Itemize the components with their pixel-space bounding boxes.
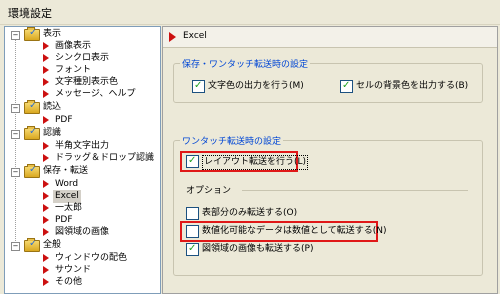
panel-header: Excel xyxy=(163,27,497,48)
arrow-icon xyxy=(169,32,176,42)
checkbox-box[interactable] xyxy=(192,79,205,93)
arrow-icon xyxy=(43,204,49,212)
settings-folder-icon: ✓ xyxy=(24,100,40,114)
settings-panel: Excel 保存・ワンタッチ転送時の設定 文字色の出力を行う(M) セルの背景色… xyxy=(162,26,498,294)
arrow-icon xyxy=(43,54,49,62)
collapse-icon[interactable]: − xyxy=(11,242,20,251)
tree-item-label: PDF xyxy=(55,115,73,125)
panel-title: Excel xyxy=(183,31,207,41)
checkbox-label: レイアウト転送を行う(L) xyxy=(202,155,309,170)
tree-item-label: その他 xyxy=(55,277,83,287)
settings-folder-icon: ✓ xyxy=(24,238,40,252)
tree-group-label: 全般 xyxy=(43,240,62,250)
group-title: ワンタッチ転送時の設定 xyxy=(180,134,284,147)
onetouch-settings-group: ワンタッチ転送時の設定 レイアウト転送を行う(L) オプション 表部分のみ転送す… xyxy=(173,134,483,276)
layout-transfer-checkbox[interactable]: レイアウト転送を行う(L) xyxy=(186,154,309,170)
save-settings-group: 保存・ワンタッチ転送時の設定 文字色の出力を行う(M) セルの背景色を出力する(… xyxy=(173,57,483,103)
title-bar: 環境設定 xyxy=(0,0,500,25)
settings-window: 環境設定 − ✓ 表示 画像表示 シンクロ表示 フォント 文字種別表示色 メッセ… xyxy=(0,0,500,294)
collapse-icon[interactable]: − xyxy=(11,130,20,139)
text-color-checkbox[interactable]: 文字色の出力を行う(M) xyxy=(192,79,332,93)
checkbox-box[interactable] xyxy=(186,225,199,238)
checkbox-label: セルの背景色を出力する(B) xyxy=(356,81,469,91)
checkbox-box[interactable] xyxy=(186,154,199,168)
tree-group-label: 読込 xyxy=(43,102,62,112)
table-only-checkbox[interactable]: 表部分のみ転送する(O) xyxy=(186,207,336,220)
arrow-icon xyxy=(43,216,49,224)
checkbox-label: 数値化可能なデータは数値として転送する(N) xyxy=(202,226,387,236)
checkbox-box[interactable] xyxy=(186,207,199,220)
window-title: 環境設定 xyxy=(8,7,52,20)
tree-item-label: 図領域の画像 xyxy=(55,227,110,237)
cell-bg-color-checkbox[interactable]: セルの背景色を出力する(B) xyxy=(340,79,480,93)
arrow-icon xyxy=(43,278,49,286)
options-separator xyxy=(242,190,468,191)
tree-item-label: ドラッグ＆ドロップ認識 xyxy=(55,153,155,163)
arrow-icon xyxy=(43,180,49,188)
arrow-icon xyxy=(43,78,49,86)
arrow-icon xyxy=(43,42,49,50)
checkbox-box[interactable] xyxy=(340,79,353,93)
arrow-icon xyxy=(43,66,49,74)
tree-group-recognition[interactable]: − ✓ 認識 xyxy=(5,126,155,140)
arrow-icon xyxy=(43,192,49,200)
figure-image-checkbox[interactable]: 図領域の画像も転送する(P) xyxy=(186,242,336,256)
tree-item[interactable]: その他 xyxy=(5,276,155,289)
tree-item-label: メッセージ、ヘルプ xyxy=(55,89,136,99)
arrow-icon xyxy=(43,116,49,124)
arrow-icon xyxy=(43,228,49,236)
settings-folder-icon: ✓ xyxy=(24,164,40,178)
tree-group-save-transfer[interactable]: − ✓ 保存・転送 xyxy=(5,164,155,178)
tree-group-load[interactable]: − ✓ 読込 xyxy=(5,100,155,114)
numeric-transfer-checkbox[interactable]: 数値化可能なデータは数値として転送する(N) xyxy=(186,225,387,238)
tree-group-label: 保存・転送 xyxy=(43,166,89,176)
tree-group-general[interactable]: − ✓ 全般 xyxy=(5,238,155,252)
collapse-icon[interactable]: − xyxy=(11,104,20,113)
collapse-icon[interactable]: − xyxy=(11,168,20,177)
checkbox-label: 図領域の画像も転送する(P) xyxy=(202,244,314,254)
group-title: 保存・ワンタッチ転送時の設定 xyxy=(180,57,311,70)
checkbox-box[interactable] xyxy=(186,242,199,256)
arrow-icon xyxy=(43,266,49,274)
collapse-icon[interactable]: − xyxy=(11,31,20,40)
arrow-icon xyxy=(43,254,49,262)
options-label: オプション xyxy=(186,186,232,196)
checkbox-label: 文字色の出力を行う(M) xyxy=(208,81,304,91)
arrow-icon xyxy=(43,154,49,162)
settings-folder-icon: ✓ xyxy=(24,126,40,140)
settings-tree[interactable]: − ✓ 表示 画像表示 シンクロ表示 フォント 文字種別表示色 メッセージ、ヘル… xyxy=(4,26,161,294)
checkbox-label: 表部分のみ転送する(O) xyxy=(202,208,298,218)
arrow-icon xyxy=(43,142,49,150)
tree-group-label: 認識 xyxy=(43,128,62,138)
arrow-icon xyxy=(43,90,49,98)
